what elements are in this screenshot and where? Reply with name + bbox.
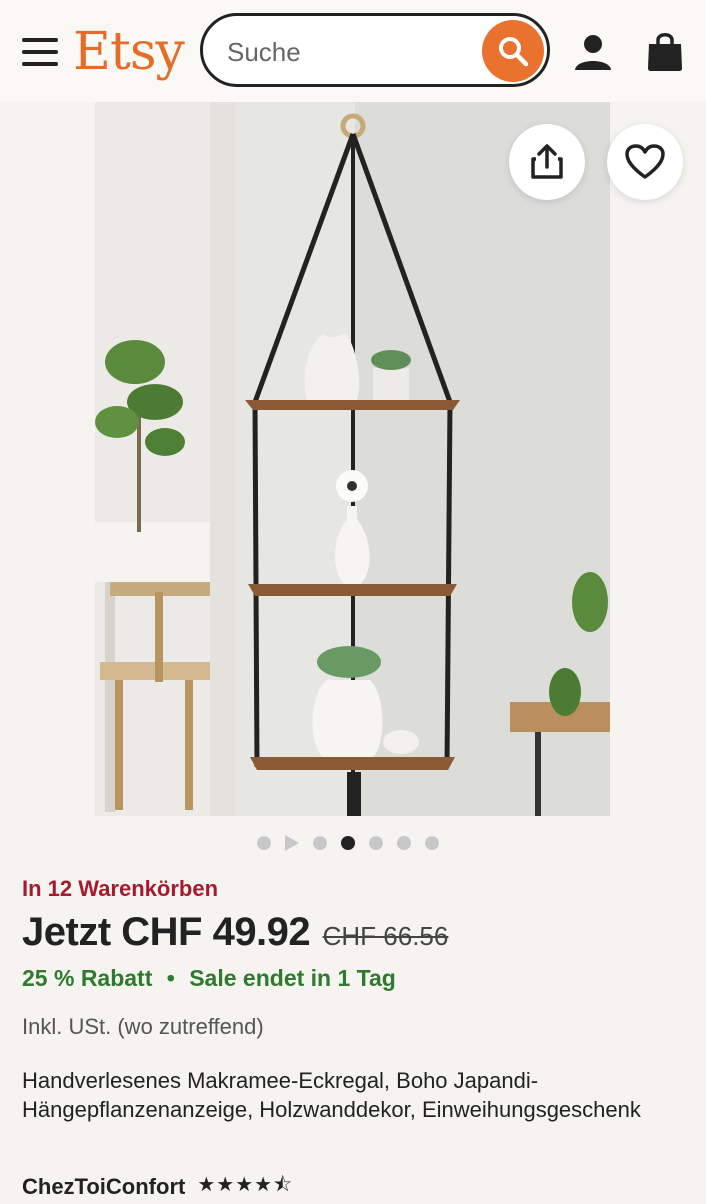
heart-icon	[625, 144, 665, 179]
header: Etsy	[0, 0, 706, 102]
carousel-dot[interactable]	[397, 836, 411, 850]
search-input[interactable]	[225, 34, 469, 70]
separator-dot: •	[166, 965, 175, 991]
carousel-dot[interactable]	[369, 836, 383, 850]
share-button[interactable]	[509, 124, 585, 200]
sale-info: 25 % Rabatt • Sale endet in 1 Tag	[22, 965, 396, 992]
original-price: CHF 66.56	[322, 921, 449, 951]
shop-row: ChezToiConfort ★★★★⯪	[22, 1170, 293, 1204]
search-button[interactable]	[482, 20, 544, 82]
carousel-dot-active[interactable]	[341, 836, 355, 850]
discount-label: 25 % Rabatt	[22, 965, 153, 991]
favorite-button[interactable]	[607, 124, 683, 200]
sale-end-label: Sale endet in 1 Tag	[189, 965, 396, 991]
carousel-dot[interactable]	[257, 836, 271, 850]
carousel-dot[interactable]	[313, 836, 327, 850]
shop-name-link[interactable]: ChezToiConfort	[22, 1174, 185, 1200]
search-bar	[200, 13, 550, 87]
carousel-dot[interactable]	[425, 836, 439, 850]
carousel-dots	[257, 834, 439, 852]
share-icon	[531, 144, 563, 179]
price-row: Jetzt CHF 49.92 CHF 66.56	[22, 910, 448, 955]
bag-icon[interactable]	[644, 30, 686, 72]
product-title: Handverlesenes Makramee-Eckregal, Boho J…	[22, 1068, 641, 1122]
user-icon[interactable]	[573, 32, 613, 72]
tax-note: Inkl. USt. (wo zutreffend)	[22, 1014, 264, 1039]
menu-icon[interactable]	[22, 38, 60, 68]
product-photo	[95, 102, 610, 816]
search-icon	[499, 37, 529, 67]
in-carts-badge: In 12 Warenkörben	[22, 876, 219, 901]
current-price: Jetzt CHF 49.92	[22, 910, 311, 954]
rating-stars: ★★★★⯪	[197, 1174, 294, 1196]
product-image[interactable]	[95, 102, 610, 816]
etsy-logo[interactable]: Etsy	[73, 22, 185, 82]
play-icon[interactable]	[285, 835, 299, 851]
